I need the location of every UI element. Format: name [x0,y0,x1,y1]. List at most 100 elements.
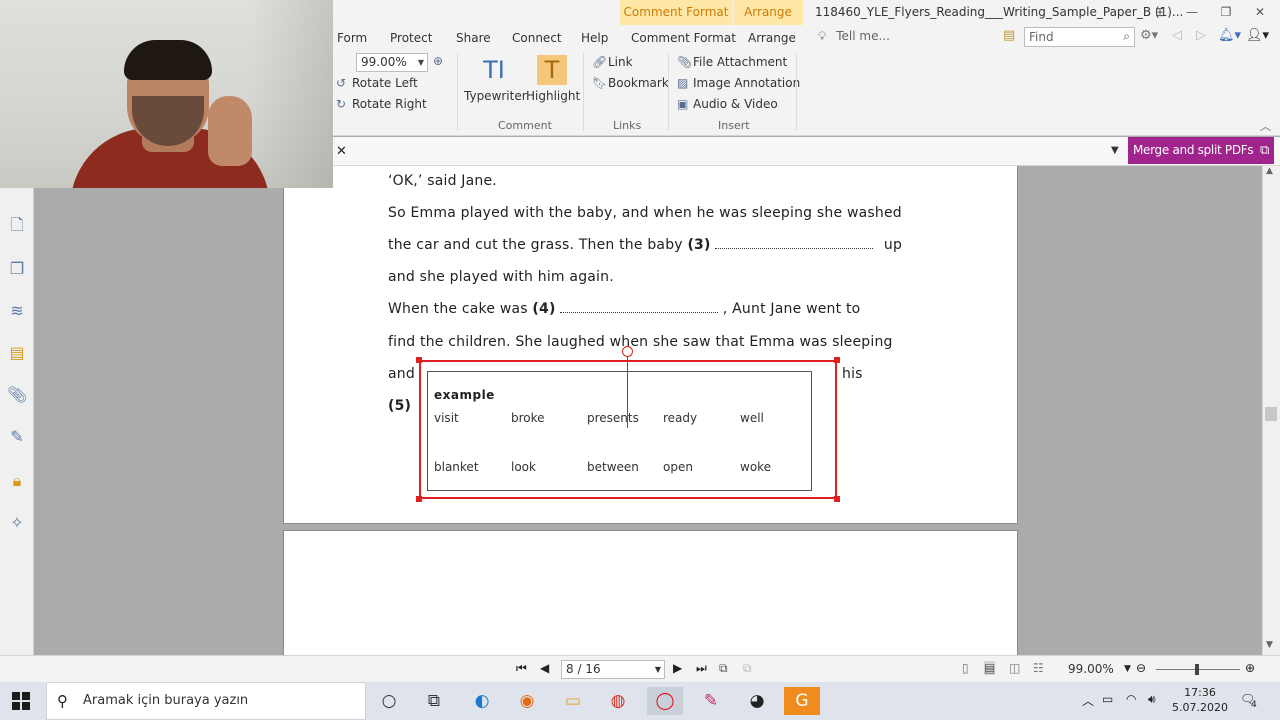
bell-icon[interactable]: 🔔︎▾ [1218,28,1241,43]
context-tab-comment-format[interactable]: Comment Format [620,0,732,25]
continuous-facing-icon[interactable]: ☷ [1033,661,1044,675]
comments-icon[interactable]: ▤ [7,342,27,364]
tab-help[interactable]: Help [581,28,608,48]
typewriter-button[interactable]: TI Typewriter [464,55,527,103]
zoom-select[interactable]: 99.00% ▼ [356,53,428,72]
taskbar-search[interactable]: ⚲ Aramak için buraya yazın [46,682,366,720]
notification-count: 4 [1251,700,1257,710]
search-icon[interactable]: ⌕ [1123,29,1130,44]
status-zoom-value[interactable]: 99.00% [1068,662,1114,676]
link-button[interactable]: 🔗︎Link [592,55,633,69]
signature-icon[interactable]: ✎ [7,426,27,448]
rotate-left-button[interactable]: ↺ Rotate Left [336,76,418,90]
minimize-icon[interactable]: — [1180,2,1204,22]
rotate-right-button[interactable]: ↻ Rotate Right [336,97,427,111]
tab-share[interactable]: Share [456,28,491,48]
image-icon: ▨ [677,76,689,90]
previous-view-icon[interactable]: ⧉ [719,661,728,676]
opera-icon[interactable]: ◯ [647,687,683,715]
image-annotation-button[interactable]: ▨ Image Annotation [677,76,800,90]
edge-icon[interactable]: ◐ [464,687,500,715]
volume-icon[interactable]: 🔊︎ [1148,692,1156,707]
restore-icon[interactable]: ❐ [1214,2,1238,22]
scroll-down-icon[interactable]: ▼ [1266,640,1273,650]
rotate-handle[interactable] [622,346,633,357]
tab-protect[interactable]: Protect [390,28,432,48]
audio-video-button[interactable]: ▣ Audio & Video [677,97,778,111]
settings-icon[interactable]: ⚙▾ [1140,28,1158,43]
resize-handle[interactable] [834,496,840,502]
obs-icon[interactable]: ◕ [739,687,775,715]
pages-icon[interactable]: ❐ [7,258,27,280]
close-window-icon[interactable]: ✕ [1248,2,1272,22]
tab-arrange[interactable]: Arrange [748,28,796,48]
merge-split-pdfs-button[interactable]: Merge and split PDFs ⧉ [1128,137,1274,164]
text-line: find the children. She laughed when she … [388,334,893,350]
find-input[interactable]: Find ⌕ [1024,27,1135,47]
tell-me-field[interactable]: 💡︎ Tell me... [818,29,890,44]
previous-page-icon[interactable]: ◀ [540,661,549,675]
zoom-dropdown-icon[interactable]: ▼ [1124,664,1131,674]
layers-icon[interactable]: ≋ [7,300,27,322]
zoom-out-icon[interactable]: ⊖ [1136,661,1146,675]
firefox-icon[interactable]: ◉ [509,687,545,715]
facing-page-icon[interactable]: ◫ [1009,661,1020,675]
separator [457,53,458,131]
highlight-button[interactable]: T Highlight [526,55,580,103]
page-number-field[interactable]: 8 / 16 ▼ [561,660,665,679]
tab-connect[interactable]: Connect [512,28,562,48]
collapse-ribbon-icon[interactable]: ︿ [1260,118,1271,134]
back-icon[interactable]: ◁ [1172,28,1182,43]
first-page-icon[interactable]: ⏮ [516,661,527,676]
single-page-icon[interactable]: ▯ [962,661,969,675]
tab-form[interactable]: Form [337,28,367,48]
cortana-icon[interactable]: ○ [371,687,407,715]
context-tab-arrange[interactable]: Arrange [733,0,803,25]
resize-handle[interactable] [834,357,840,363]
vertical-scrollbar[interactable]: ▲ ▼ [1262,166,1280,655]
attachment-icon[interactable]: 📎︎ [7,384,27,406]
file-attachment-button[interactable]: 📎︎File Attachment [677,55,787,69]
continuous-page-icon[interactable]: ▤ [984,661,996,675]
zoom-in-icon[interactable]: ⊕ [1245,661,1255,675]
bookmark-button[interactable]: 🔖︎Bookmark [592,76,669,90]
group-label-links: Links [613,119,642,132]
chrome-icon[interactable]: ◍ [600,687,636,715]
lock-icon[interactable]: 🔒︎ [7,470,27,492]
tray-device-icon[interactable]: ▭ [1102,692,1113,706]
pdf-page [283,530,1018,655]
tab-comment-format[interactable]: Comment Format [631,28,736,48]
windows-start-icon[interactable] [12,692,30,710]
resize-handle[interactable] [416,357,422,363]
next-page-icon[interactable]: ▶ [673,661,682,675]
next-view-icon[interactable]: ⧉ [743,661,752,676]
text-line-gap-3: the car and cut the grass. Then the baby… [388,237,902,253]
document-area: ‘OK,’ said Jane. So Emma played with the… [35,166,1261,655]
ink-app-icon[interactable]: ✎ [693,687,729,715]
tab-list-chevron-icon[interactable]: ▼ [1111,145,1119,156]
resize-handle[interactable] [416,496,422,502]
taskbar-clock[interactable]: 17:36 5.07.2020 [1170,685,1230,715]
user-icon[interactable]: 👤︎▾ [1246,28,1269,43]
scroll-up-icon[interactable]: ▲ [1266,166,1273,176]
answer-gap[interactable] [715,237,874,249]
bookmark-icon: 🔖︎ [592,76,608,90]
file-explorer-icon[interactable]: ▭ [555,687,591,715]
zoom-slider-knob[interactable] [1195,664,1199,675]
task-view-icon[interactable]: ⧉ [416,687,452,715]
find-doc-icon[interactable]: ▤ [1003,28,1021,46]
ribbon-display-icon[interactable]: ⊞ [1148,2,1172,22]
forward-icon[interactable]: ▷ [1196,28,1206,43]
last-page-icon[interactable]: ⏭ [696,661,707,676]
scroll-thumb[interactable] [1265,407,1277,421]
pdf-editor-icon[interactable]: G [784,687,820,715]
wifi-icon[interactable]: ◠ [1126,692,1136,706]
page-thumbnail-icon[interactable]: 🗋 [7,214,27,236]
zoom-in-button[interactable]: ⊕ [433,54,449,68]
tray-chevron-icon[interactable]: ︿ [1082,692,1094,709]
selection-frame[interactable] [419,360,837,499]
close-tab-icon[interactable]: ✕ [336,144,347,159]
tools-icon[interactable]: ✧ [7,512,27,534]
answer-gap[interactable] [560,301,719,313]
chevron-down-icon: ▼ [654,665,661,674]
